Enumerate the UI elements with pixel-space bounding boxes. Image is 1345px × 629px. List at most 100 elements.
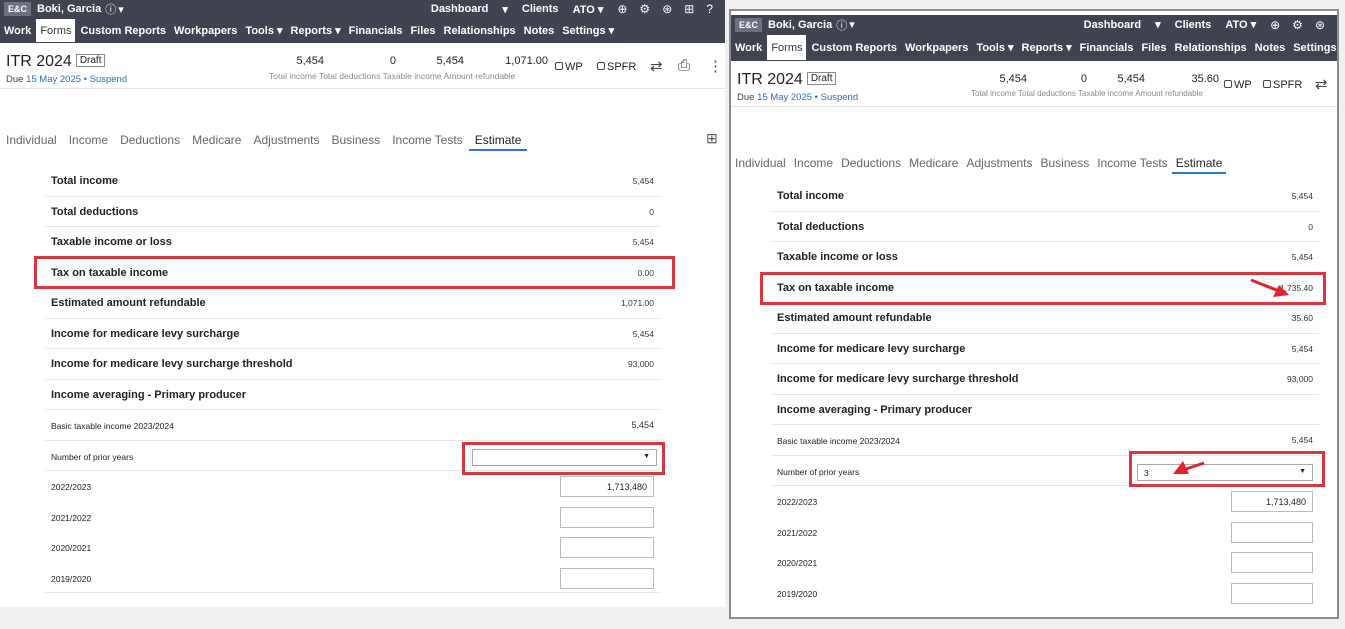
section-heading: Income averaging - Primary producer — [777, 403, 973, 416]
ato-menu[interactable]: ATO ▾ — [1225, 18, 1256, 31]
menu-reports[interactable]: Reports ▾ — [1018, 34, 1076, 61]
dashboard-link[interactable]: Dashboard — [1084, 19, 1141, 31]
user-icon[interactable]: ⊛ — [662, 2, 672, 16]
menu-settings[interactable]: Settings ▾ — [558, 18, 618, 43]
plus-circle-icon[interactable]: ⊕ — [1270, 18, 1280, 32]
info-icon[interactable]: ⓘ — [105, 1, 116, 17]
dashboard-link[interactable]: Dashboard — [431, 3, 488, 15]
suspend-link[interactable]: Suspend — [821, 92, 859, 103]
tab-medicare[interactable]: Medicare — [186, 131, 247, 151]
menu-work[interactable]: Work — [731, 34, 766, 61]
checkbox-icon[interactable] — [555, 62, 563, 70]
due-date[interactable]: 15 May 2025 — [26, 74, 81, 85]
tab-business[interactable]: Business — [326, 131, 387, 151]
menu-forms[interactable]: Forms — [35, 18, 77, 43]
summary-value: 35.60 — [1191, 73, 1219, 85]
menu-relationships[interactable]: Relationships — [1171, 34, 1251, 61]
row-label: 2020/2021 — [51, 543, 92, 553]
gear-icon[interactable]: ⚙ — [639, 2, 650, 16]
tab-income[interactable]: Income — [63, 131, 114, 151]
row-year-2: 2021/2022 — [45, 502, 660, 533]
menu-notes[interactable]: Notes — [520, 18, 559, 43]
transfer-icon[interactable]: ⇄ — [1315, 75, 1328, 93]
wp-checkbox[interactable]: WP — [1224, 79, 1252, 91]
year-amount-input[interactable] — [560, 567, 654, 589]
menu-financials[interactable]: Financials — [1076, 34, 1138, 61]
tab-income-tests[interactable]: Income Tests — [1093, 154, 1171, 174]
summary-value: 5,454 — [436, 55, 464, 67]
plus-circle-icon[interactable]: ⊕ — [617, 2, 627, 16]
suspend-link[interactable]: Suspend — [90, 74, 128, 85]
row-label: Total income — [777, 190, 845, 202]
checkbox-icon[interactable] — [1224, 80, 1232, 88]
menu-tools[interactable]: Tools ▾ — [241, 18, 286, 43]
menu-files[interactable]: Files — [406, 18, 439, 43]
row-total-income: Total income 5,454 — [45, 166, 660, 197]
tab-individual[interactable]: Individual — [731, 154, 790, 174]
tab-adjustments[interactable]: Adjustments — [962, 154, 1036, 174]
row-basic-taxable: Basic taxable income 2023/2024 5,454 — [45, 410, 660, 441]
tab-adjustments[interactable]: Adjustments — [247, 131, 325, 151]
year-amount-input[interactable] — [560, 506, 654, 528]
tab-deductions[interactable]: Deductions — [837, 154, 905, 174]
menu-custom-reports[interactable]: Custom Reports — [76, 18, 170, 43]
year-amount-input[interactable] — [1231, 552, 1313, 573]
menu-reports[interactable]: Reports ▾ — [287, 18, 345, 43]
menu-forms[interactable]: Forms — [766, 34, 808, 61]
spfr-checkbox[interactable]: SPFR — [1263, 79, 1302, 91]
row-mls-income: Income for medicare levy surcharge 5,454 — [45, 319, 660, 349]
year-amount-input[interactable] — [560, 537, 654, 558]
checkbox-icon[interactable] — [597, 62, 605, 70]
year-amount-input[interactable] — [1231, 521, 1313, 543]
year-amount-input[interactable]: 1,713,480 — [1231, 491, 1313, 512]
grid-view-icon[interactable]: ⊞ — [706, 130, 718, 147]
tab-income[interactable]: Income — [790, 154, 837, 174]
client-name[interactable]: Boki, Garcia — [768, 19, 832, 31]
summary-total-deductions: 0 — [370, 55, 396, 67]
clients-link[interactable]: Clients — [522, 3, 559, 15]
print-icon[interactable]: ⎙ — [678, 57, 690, 74]
dashboard-caret-icon[interactable]: ▾ — [1155, 18, 1161, 31]
client-caret-icon[interactable]: ▾ — [849, 18, 855, 31]
menu-files[interactable]: Files — [1137, 34, 1170, 61]
checkbox-icon[interactable] — [1263, 80, 1271, 88]
menu-notes[interactable]: Notes — [1251, 34, 1290, 61]
menu-custom-reports[interactable]: Custom Reports — [807, 34, 901, 61]
ato-menu[interactable]: ATO ▾ — [573, 3, 604, 16]
menu-tools[interactable]: Tools ▾ — [972, 34, 1017, 61]
spfr-checkbox[interactable]: SPFR — [597, 61, 636, 73]
tab-medicare[interactable]: Medicare — [905, 154, 962, 174]
tab-estimate[interactable]: Estimate — [468, 131, 528, 151]
tab-deductions[interactable]: Deductions — [114, 131, 186, 151]
more-icon[interactable]: ⋮ — [708, 57, 723, 75]
user-icon[interactable]: ⊛ — [1315, 18, 1325, 32]
menu-settings[interactable]: Settings ▾ — [1289, 34, 1337, 61]
row-label: 2021/2022 — [777, 527, 818, 538]
tab-estimate[interactable]: Estimate — [1171, 154, 1227, 174]
menu-relationships[interactable]: Relationships — [440, 18, 520, 43]
row-label: Income for medicare levy surcharge — [777, 342, 966, 355]
row-label: Total deductions — [51, 205, 139, 218]
transfer-icon[interactable]: ⇄ — [650, 57, 663, 75]
tab-individual[interactable]: Individual — [0, 131, 63, 151]
tab-income-tests[interactable]: Income Tests — [386, 131, 468, 151]
info-icon[interactable]: ⓘ — [836, 17, 847, 33]
main-menu: Work Forms Custom Reports Workpapers Too… — [0, 18, 725, 43]
menu-financials[interactable]: Financials — [345, 18, 407, 43]
menu-workpapers[interactable]: Workpapers — [901, 34, 972, 61]
wp-checkbox[interactable]: WP — [555, 61, 583, 73]
help-icon[interactable]: ? — [706, 2, 713, 16]
dashboard-caret-icon[interactable]: ▾ — [502, 3, 508, 16]
row-total-income: Total income 5,454 — [771, 181, 1319, 212]
client-name[interactable]: Boki, Garcia — [37, 3, 101, 15]
due-date[interactable]: 15 May 2025 — [757, 92, 812, 103]
tab-business[interactable]: Business — [1037, 154, 1094, 174]
gift-icon[interactable]: ⊞ — [684, 2, 694, 16]
year-amount-input[interactable]: 1,713,480 — [560, 476, 654, 497]
gear-icon[interactable]: ⚙ — [1292, 18, 1303, 32]
menu-work[interactable]: Work — [0, 18, 35, 43]
client-caret-icon[interactable]: ▾ — [118, 3, 124, 16]
clients-link[interactable]: Clients — [1175, 19, 1212, 31]
year-amount-input[interactable] — [1231, 582, 1313, 604]
menu-workpapers[interactable]: Workpapers — [170, 18, 241, 43]
